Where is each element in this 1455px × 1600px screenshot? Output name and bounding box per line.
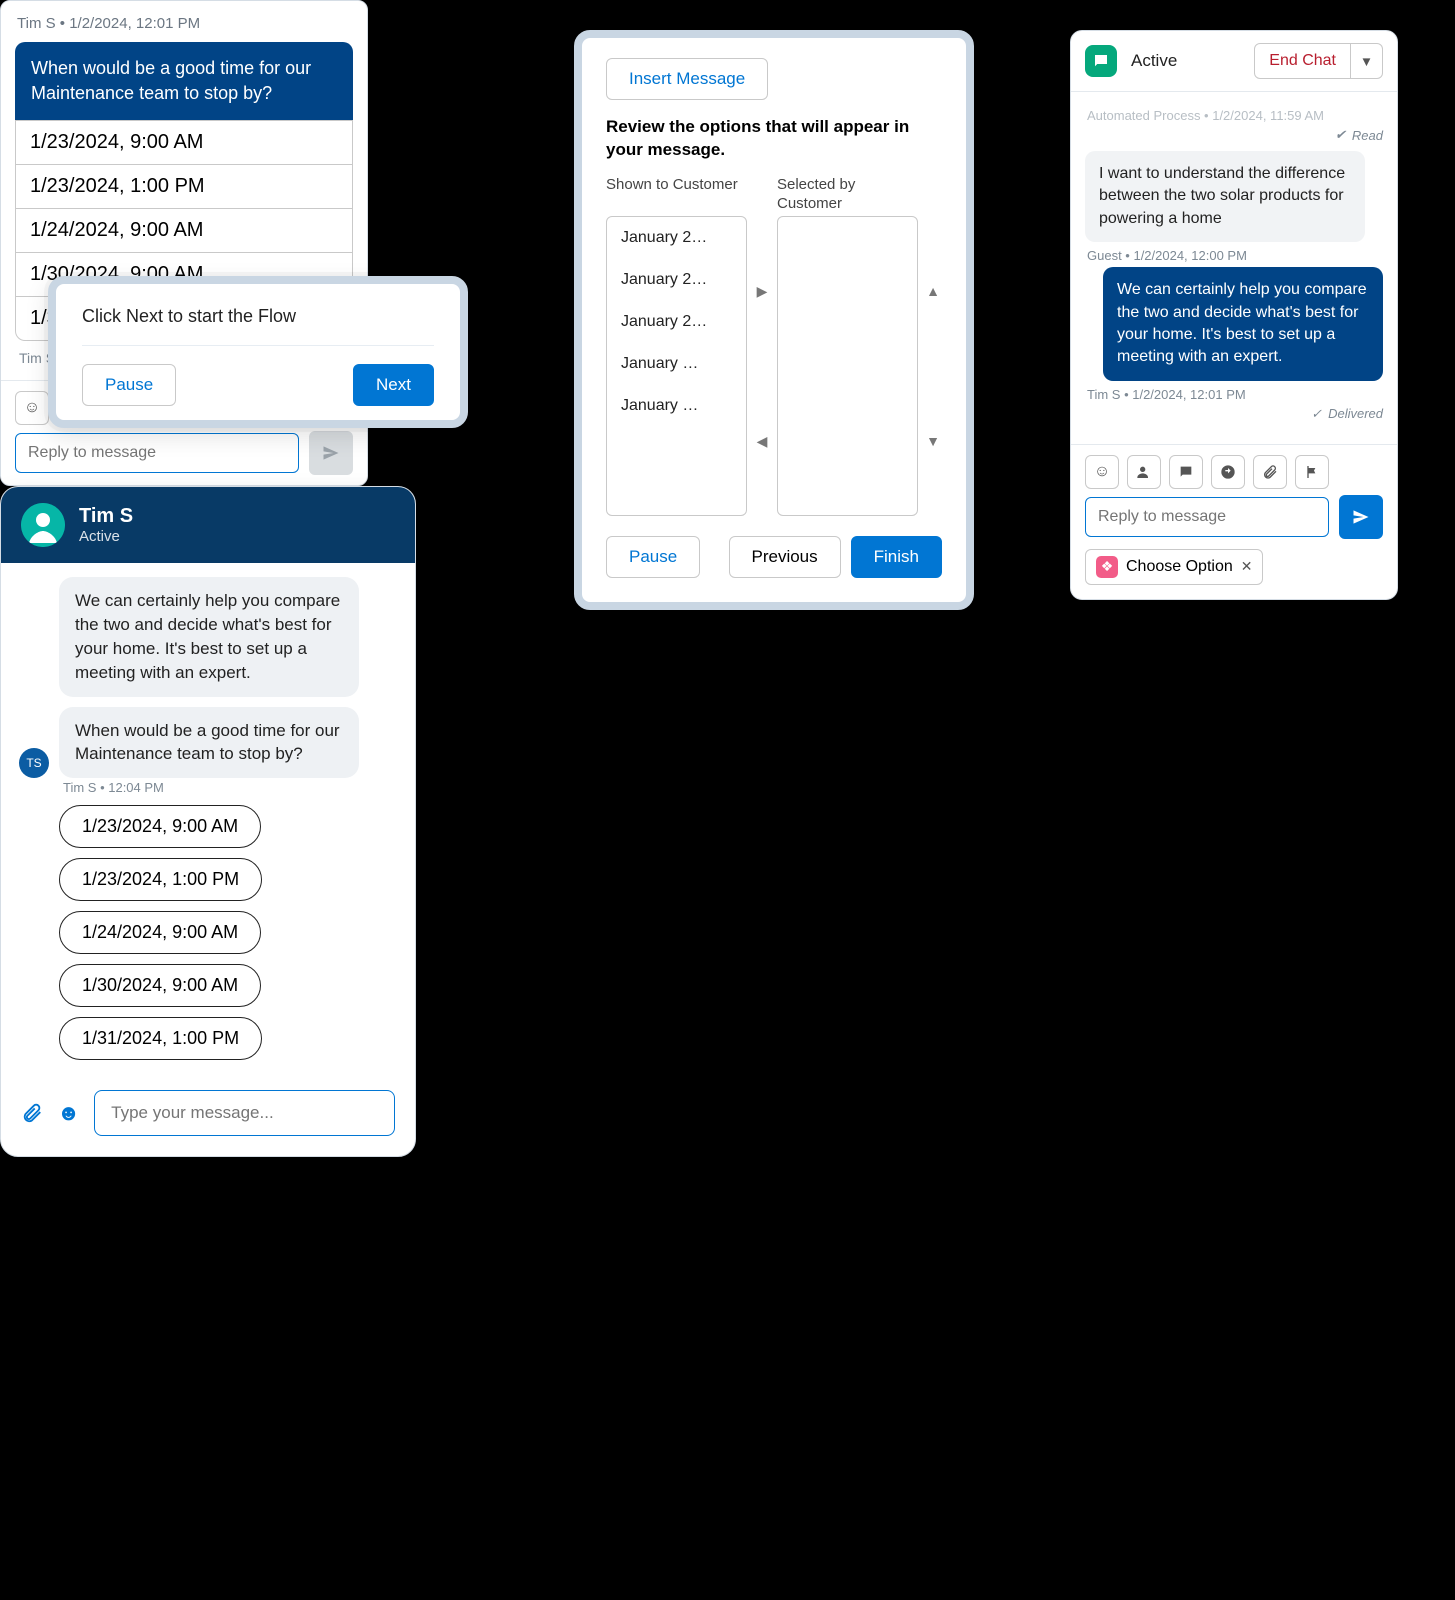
chip-label: Choose Option <box>1126 558 1233 576</box>
attachment-icon[interactable] <box>21 1102 43 1124</box>
agent-status: Active <box>79 528 133 545</box>
next-button[interactable]: Next <box>353 364 434 406</box>
finish-button[interactable]: Finish <box>851 536 942 578</box>
emoji-icon[interactable]: ☻ <box>57 1100 80 1126</box>
pause-button[interactable]: Pause <box>606 536 700 578</box>
agent-message: We can certainly help you compare the tw… <box>1103 267 1383 381</box>
list-item[interactable]: January … <box>607 343 746 385</box>
check-icon: ✓ <box>1311 406 1322 422</box>
move-down-icon[interactable]: ▼ <box>926 434 940 448</box>
message-meta: Guest • 1/2/2024, 12:00 PM <box>1087 248 1383 263</box>
reply-input[interactable] <box>1085 497 1329 537</box>
message-meta: Tim S • 1/2/2024, 12:01 PM <box>1 1 367 42</box>
message-meta: Automated Process • 1/2/2024, 11:59 AM <box>1087 108 1383 123</box>
chat-icon <box>1085 45 1117 77</box>
message-meta: Tim S • 1/2/2024, 12:01 PM <box>1087 387 1383 402</box>
message-meta: Tim S • 12:04 PM <box>63 780 397 795</box>
move-left-icon[interactable]: ◀ <box>757 434 768 448</box>
time-slot-option[interactable]: 1/23/2024, 1:00 PM <box>59 858 262 901</box>
reorder-arrows: ▲ ▼ <box>924 176 942 516</box>
emoji-icon[interactable]: ☺ <box>1085 455 1119 489</box>
agent-avatar <box>21 503 65 547</box>
previous-button[interactable]: Previous <box>729 536 841 578</box>
selected-by-customer-label: Selected by Customer <box>777 176 918 216</box>
customer-message: I want to understand the difference betw… <box>1085 151 1365 242</box>
transfer-arrows: ▶ ◀ <box>753 176 771 516</box>
insert-message-button[interactable]: Insert Message <box>606 58 768 100</box>
avatar-initials: TS <box>19 748 49 778</box>
time-slot[interactable]: 1/24/2024, 9:00 AM <box>15 209 353 253</box>
close-icon[interactable]: ✕ <box>1241 558 1253 575</box>
message-input[interactable] <box>94 1090 395 1136</box>
move-right-icon[interactable]: ▶ <box>757 284 768 298</box>
list-item[interactable]: January 2… <box>607 217 746 259</box>
list-item[interactable]: January 2… <box>607 259 746 301</box>
choose-option-chip[interactable]: ❖ Choose Option ✕ <box>1085 549 1263 585</box>
shown-listbox[interactable]: January 2… January 2… January 2… January… <box>606 216 747 516</box>
read-status: Read <box>1352 128 1383 143</box>
time-slot[interactable]: 1/23/2024, 9:00 AM <box>15 120 353 165</box>
emoji-icon[interactable]: ☺ <box>15 391 49 425</box>
reply-input[interactable] <box>15 433 299 473</box>
time-slot-option[interactable]: 1/31/2024, 1:00 PM <box>59 1017 262 1060</box>
list-item[interactable]: January … <box>607 385 746 427</box>
list-item[interactable]: January 2… <box>607 301 746 343</box>
flag-icon[interactable] <box>1295 455 1329 489</box>
time-slot[interactable]: 1/23/2024, 1:00 PM <box>15 165 353 209</box>
add-user-icon[interactable] <box>1127 455 1161 489</box>
selected-listbox[interactable] <box>777 216 918 516</box>
review-heading: Review the options that will appear in y… <box>606 116 942 162</box>
options-review-dialog: Insert Message Review the options that w… <box>574 30 974 610</box>
time-slot-option[interactable]: 1/23/2024, 9:00 AM <box>59 805 261 848</box>
choice-icon: ❖ <box>1096 556 1118 578</box>
chat-icon[interactable] <box>1169 455 1203 489</box>
move-up-icon[interactable]: ▲ <box>926 284 940 298</box>
end-chat-dropdown[interactable]: ▼ <box>1351 43 1383 79</box>
chat-status: Active <box>1131 51 1240 71</box>
send-button[interactable] <box>1339 495 1383 539</box>
agent-message: When would be a good time for our Mainte… <box>59 707 359 779</box>
time-slot-option[interactable]: 1/30/2024, 9:00 AM <box>59 964 261 1007</box>
dialog-title: Click Next to start the Flow <box>82 306 434 346</box>
agent-message: We can certainly help you compare the tw… <box>59 577 359 696</box>
time-slot-option[interactable]: 1/24/2024, 9:00 AM <box>59 911 261 954</box>
shown-to-customer-label: Shown to Customer <box>606 176 747 216</box>
agent-chat-window: Active End Chat ▼ Automated Process • 1/… <box>1070 30 1398 600</box>
send-button[interactable] <box>309 431 353 475</box>
transfer-icon[interactable] <box>1211 455 1245 489</box>
attachment-icon[interactable] <box>1253 455 1287 489</box>
pause-button[interactable]: Pause <box>82 364 176 406</box>
check-icon: ✔ <box>1335 127 1346 143</box>
start-flow-dialog: Click Next to start the Flow Pause Next <box>48 276 468 428</box>
agent-prompt: When would be a good time for our Mainte… <box>15 42 353 120</box>
end-chat-button[interactable]: End Chat <box>1254 43 1351 79</box>
customer-chat-widget: Tim S Active We can certainly help you c… <box>0 486 416 1157</box>
delivered-status: Delivered <box>1328 406 1383 421</box>
agent-name: Tim S <box>79 505 133 528</box>
